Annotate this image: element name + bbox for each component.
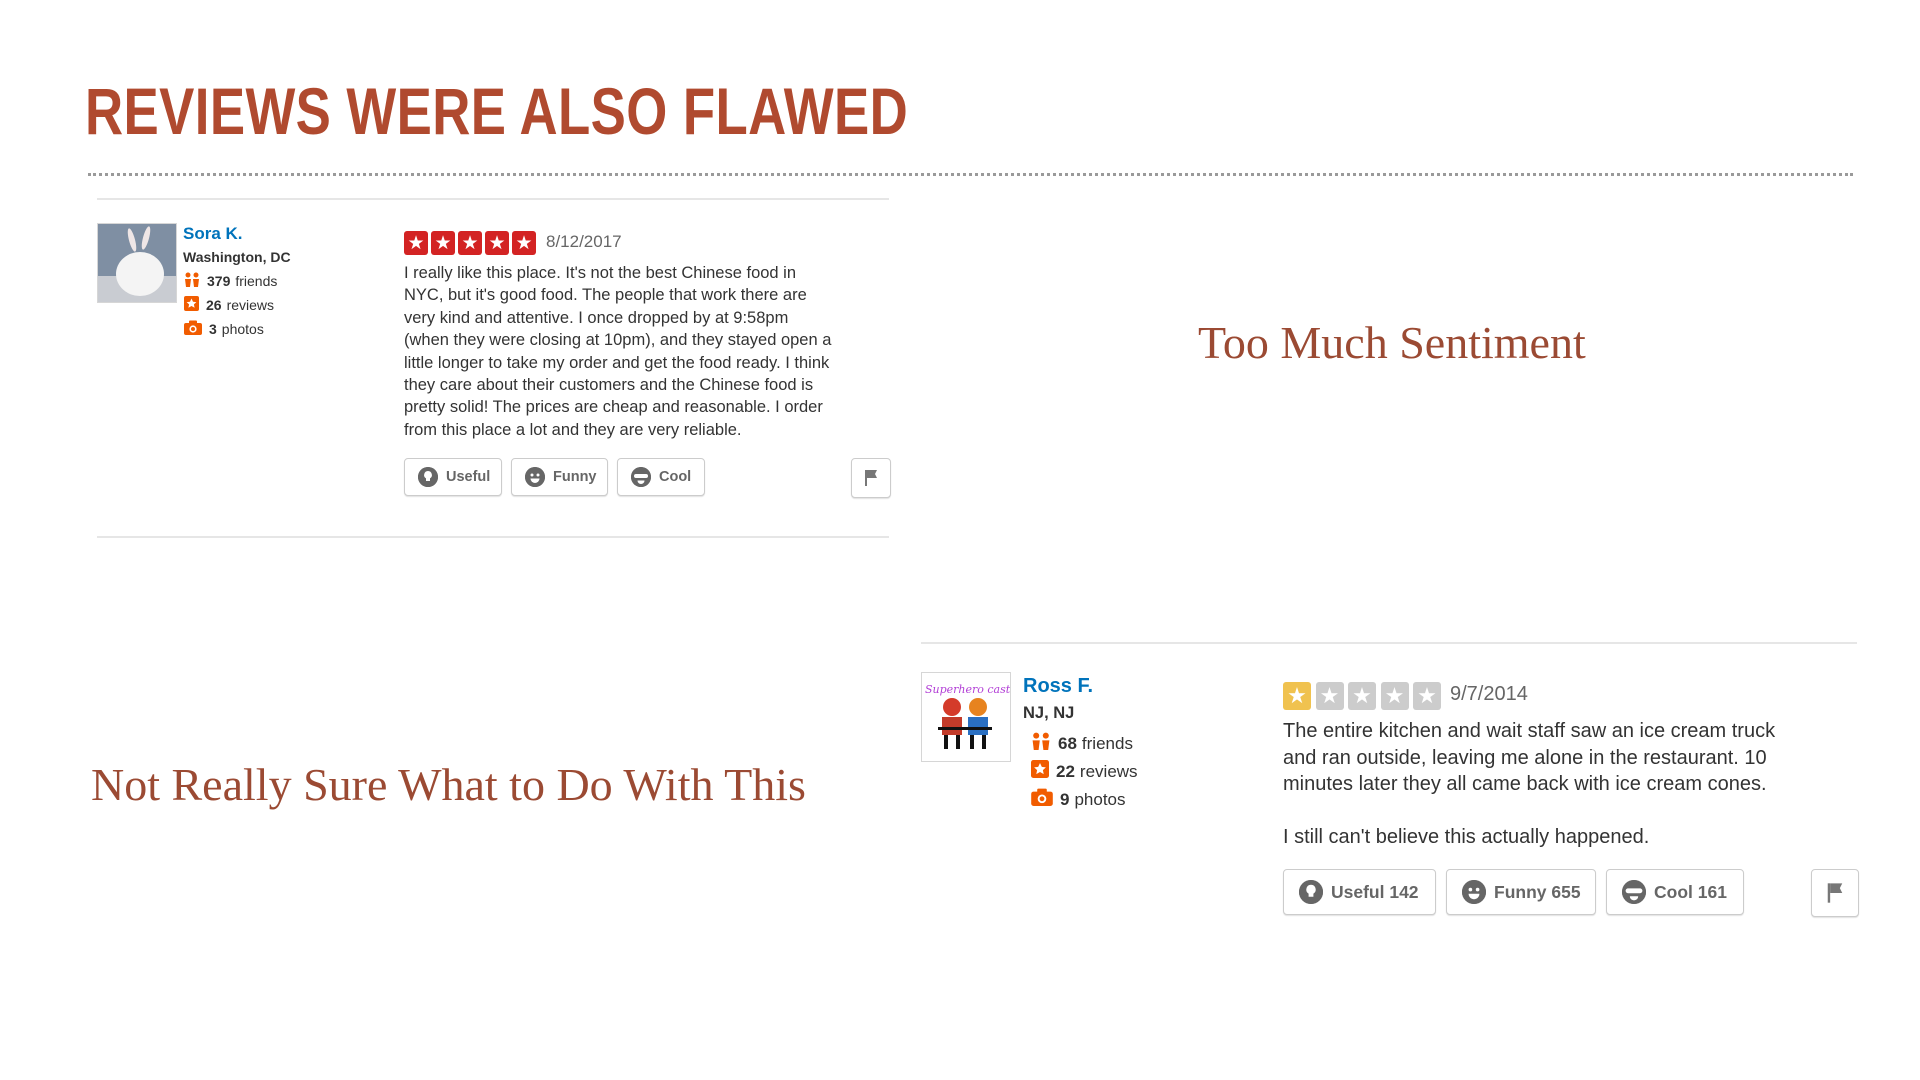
cool-button[interactable]: Cool 161 <box>1606 869 1744 915</box>
title-divider <box>88 173 1853 176</box>
star-icon: ★ <box>485 231 509 255</box>
flag-icon <box>1827 883 1843 903</box>
star-icon: ★ <box>1315 682 1344 710</box>
reviews-label: reviews <box>1079 761 1138 781</box>
camera-icon <box>1031 788 1053 811</box>
reviews-count: 26 <box>206 297 222 313</box>
smiley-icon <box>525 467 545 487</box>
photos-label: photos <box>221 321 264 337</box>
slide-title: REVIEWS WERE ALSO FLAWED <box>85 74 909 148</box>
caption-too-much-sentiment: Too Much Sentiment <box>1198 317 1586 368</box>
superhero-drawing-icon: Superhero cast <box>922 673 1010 761</box>
useful-button[interactable]: Useful 142 <box>1283 869 1436 915</box>
star-icon: ★ <box>1283 682 1311 710</box>
friends-count: 379 <box>207 273 231 289</box>
friends-icon <box>1031 732 1051 755</box>
star-badge-icon <box>184 296 199 314</box>
sunglasses-icon <box>631 467 651 487</box>
friends-stat: 379 friends <box>184 272 277 290</box>
smiley-icon <box>1462 880 1486 904</box>
reviews-stat: 22 reviews <box>1031 760 1138 783</box>
star-icon: ★ <box>1413 682 1441 710</box>
star-icon: ★ <box>1380 682 1409 710</box>
flag-button[interactable] <box>1811 869 1859 917</box>
sunglasses-icon <box>1622 880 1646 904</box>
friends-label: friends <box>235 273 278 289</box>
funny-label: Funny <box>553 469 597 485</box>
bunny-photo-icon <box>98 224 176 302</box>
user-location: Washington, DC <box>183 249 291 265</box>
flag-button[interactable] <box>851 458 891 498</box>
friends-count: 68 <box>1058 733 1077 753</box>
friends-stat: 68 friends <box>1031 732 1133 755</box>
user-avatar[interactable] <box>97 223 177 303</box>
review-text: I really like this place. It's not the b… <box>404 264 832 439</box>
photos-count: 9 <box>1060 789 1070 809</box>
useful-button[interactable]: Useful <box>404 458 502 496</box>
review-date: 9/7/2014 <box>1450 683 1528 705</box>
user-location: NJ, NJ <box>1023 704 1075 722</box>
review-top-divider <box>97 198 889 200</box>
photos-stat: 3 photos <box>184 320 264 338</box>
avatar-caption: Superhero cast <box>925 683 1010 696</box>
reviews-stat: 26 reviews <box>184 296 274 314</box>
user-name-link[interactable]: Sora K. <box>183 224 243 244</box>
star-icon: ★ <box>404 231 428 255</box>
star-icon: ★ <box>458 231 482 255</box>
star-icon: ★ <box>431 231 455 255</box>
funny-button[interactable]: Funny 655 <box>1446 869 1596 915</box>
funny-label: Funny 655 <box>1494 881 1581 902</box>
photos-label: photos <box>1074 789 1126 809</box>
photos-count: 3 <box>209 321 217 337</box>
reviews-label: reviews <box>226 297 275 313</box>
caption-not-really-sure: Not Really Sure What to Do With This <box>91 759 806 810</box>
friends-label: friends <box>1081 733 1133 753</box>
lightbulb-icon <box>1299 880 1323 904</box>
star-rating: ★ ★ ★ ★ ★ <box>404 231 539 255</box>
cool-label: Cool <box>659 469 692 485</box>
cool-button[interactable]: Cool <box>617 458 705 496</box>
useful-label: Useful <box>446 469 491 485</box>
star-icon: ★ <box>1348 682 1376 710</box>
user-name-link[interactable]: Ross F. <box>1023 675 1093 698</box>
review-date: 8/12/2017 <box>546 232 622 251</box>
review-text: The entire kitchen and wait staff saw an… <box>1283 720 1776 848</box>
funny-button[interactable]: Funny <box>511 458 608 496</box>
star-icon: ★ <box>512 231 536 255</box>
star-badge-icon <box>1031 760 1049 783</box>
cool-label: Cool 161 <box>1654 881 1727 902</box>
star-rating: ★ ★ ★ ★ ★ <box>1283 682 1446 710</box>
user-avatar[interactable]: Superhero cast <box>921 672 1011 762</box>
lightbulb-icon <box>418 467 438 487</box>
review-top-divider <box>921 642 1857 644</box>
flag-icon <box>865 470 877 486</box>
useful-label: Useful 142 <box>1331 881 1419 902</box>
review-bottom-divider <box>97 536 889 538</box>
camera-icon <box>184 320 202 338</box>
photos-stat: 9 photos <box>1031 788 1126 811</box>
reviews-count: 22 <box>1056 761 1075 781</box>
friends-icon <box>184 272 200 290</box>
